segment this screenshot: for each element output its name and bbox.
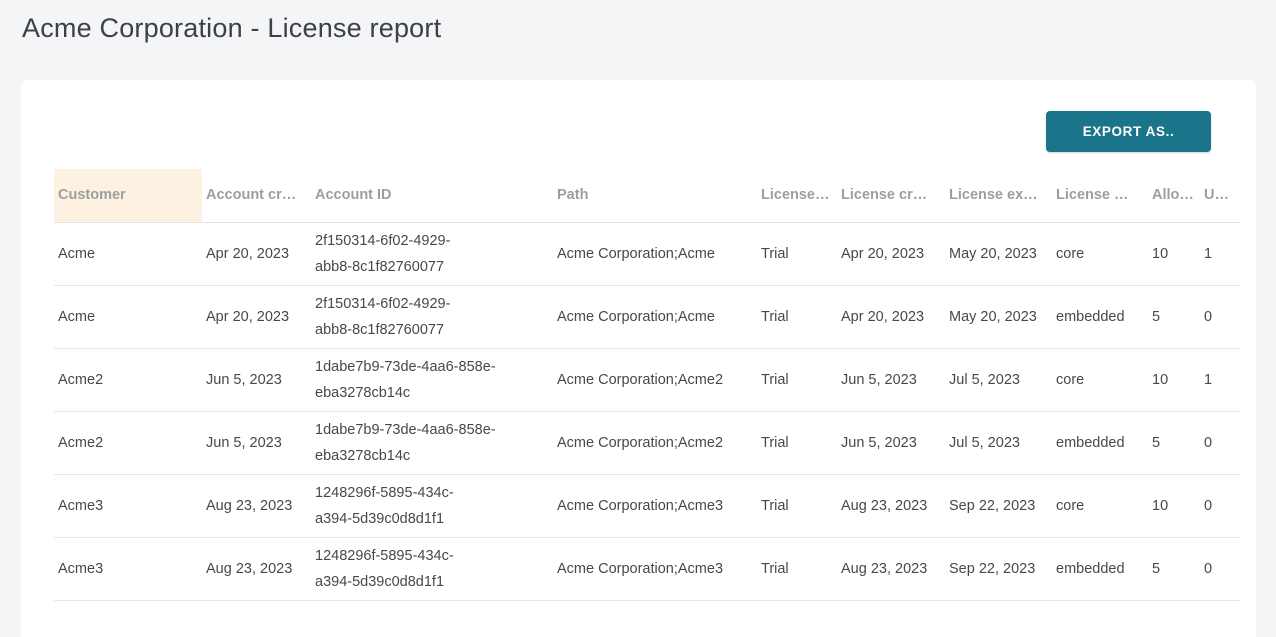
license-table: Customer Account cr… Account ID Path Lic…: [54, 169, 1240, 601]
cell-license_created: Apr 20, 2023: [837, 285, 945, 348]
column-header-account-created[interactable]: Account cr…: [202, 169, 311, 222]
card-toolbar: EXPORT AS..: [54, 111, 1240, 152]
column-header-license-product[interactable]: License …: [1052, 169, 1148, 222]
cell-customer: Acme3: [54, 474, 202, 537]
cell-customer: Acme3: [54, 537, 202, 600]
cell-account_id: 1dabe7b9-73de-4aa6-858e- eba3278cb14c: [311, 411, 553, 474]
column-header-license-created[interactable]: License cr…: [837, 169, 945, 222]
cell-license_type: Trial: [757, 474, 837, 537]
column-header-account-id[interactable]: Account ID: [311, 169, 553, 222]
cell-path: Acme Corporation;Acme3: [553, 537, 757, 600]
cell-account_id: 1248296f-5895-434c- a394-5d39c0d8d1f1: [311, 537, 553, 600]
cell-path: Acme Corporation;Acme: [553, 222, 757, 285]
cell-license_expires: Jul 5, 2023: [945, 348, 1052, 411]
cell-customer: Acme: [54, 222, 202, 285]
cell-license_expires: Jul 5, 2023: [945, 411, 1052, 474]
column-header-license-expires[interactable]: License ex…: [945, 169, 1052, 222]
cell-account_id: 2f150314-6f02-4929- abb8-8c1f82760077: [311, 222, 553, 285]
cell-license_expires: Sep 22, 2023: [945, 474, 1052, 537]
cell-customer: Acme: [54, 285, 202, 348]
cell-license_type: Trial: [757, 285, 837, 348]
cell-license_product: embedded: [1052, 411, 1148, 474]
cell-path: Acme Corporation;Acme2: [553, 411, 757, 474]
report-card: EXPORT AS.. Customer Account cr… Account…: [21, 80, 1256, 637]
cell-allocated: 5: [1148, 285, 1200, 348]
cell-account_created: Aug 23, 2023: [202, 474, 311, 537]
cell-license_product: embedded: [1052, 537, 1148, 600]
cell-path: Acme Corporation;Acme: [553, 285, 757, 348]
cell-license_created: Aug 23, 2023: [837, 537, 945, 600]
column-header-customer[interactable]: Customer: [54, 169, 202, 222]
cell-license_type: Trial: [757, 411, 837, 474]
cell-allocated: 10: [1148, 348, 1200, 411]
cell-license_expires: May 20, 2023: [945, 285, 1052, 348]
table-row: AcmeApr 20, 20232f150314-6f02-4929- abb8…: [54, 285, 1240, 348]
table-row: Acme2Jun 5, 20231dabe7b9-73de-4aa6-858e-…: [54, 411, 1240, 474]
cell-license_created: Apr 20, 2023: [837, 222, 945, 285]
cell-license_created: Aug 23, 2023: [837, 474, 945, 537]
page-title: Acme Corporation - License report: [22, 13, 1276, 44]
cell-account_created: Apr 20, 2023: [202, 285, 311, 348]
cell-license_type: Trial: [757, 348, 837, 411]
cell-account_created: Jun 5, 2023: [202, 411, 311, 474]
cell-customer: Acme2: [54, 411, 202, 474]
cell-license_expires: May 20, 2023: [945, 222, 1052, 285]
cell-account_id: 1dabe7b9-73de-4aa6-858e- eba3278cb14c: [311, 348, 553, 411]
cell-path: Acme Corporation;Acme3: [553, 474, 757, 537]
cell-license_created: Jun 5, 2023: [837, 411, 945, 474]
table-row: Acme3Aug 23, 20231248296f-5895-434c- a39…: [54, 474, 1240, 537]
cell-allocated: 10: [1148, 222, 1200, 285]
cell-allocated: 10: [1148, 474, 1200, 537]
column-header-allocated[interactable]: Allo…: [1148, 169, 1200, 222]
column-header-used[interactable]: U…: [1200, 169, 1240, 222]
column-header-path[interactable]: Path: [553, 169, 757, 222]
cell-account_id: 1248296f-5895-434c- a394-5d39c0d8d1f1: [311, 474, 553, 537]
cell-license_product: core: [1052, 348, 1148, 411]
table-body: AcmeApr 20, 20232f150314-6f02-4929- abb8…: [54, 222, 1240, 600]
cell-account_created: Jun 5, 2023: [202, 348, 311, 411]
cell-used: 1: [1200, 348, 1240, 411]
cell-account_created: Apr 20, 2023: [202, 222, 311, 285]
cell-license_product: core: [1052, 222, 1148, 285]
table-row: Acme2Jun 5, 20231dabe7b9-73de-4aa6-858e-…: [54, 348, 1240, 411]
table-header: Customer Account cr… Account ID Path Lic…: [54, 169, 1240, 222]
cell-license_type: Trial: [757, 222, 837, 285]
cell-allocated: 5: [1148, 537, 1200, 600]
cell-used: 1: [1200, 222, 1240, 285]
table-row: AcmeApr 20, 20232f150314-6f02-4929- abb8…: [54, 222, 1240, 285]
cell-license_created: Jun 5, 2023: [837, 348, 945, 411]
export-as-button[interactable]: EXPORT AS..: [1046, 111, 1211, 152]
cell-customer: Acme2: [54, 348, 202, 411]
cell-used: 0: [1200, 285, 1240, 348]
cell-account_id: 2f150314-6f02-4929- abb8-8c1f82760077: [311, 285, 553, 348]
cell-used: 0: [1200, 537, 1240, 600]
cell-account_created: Aug 23, 2023: [202, 537, 311, 600]
table-header-row: Customer Account cr… Account ID Path Lic…: [54, 169, 1240, 222]
table-row: Acme3Aug 23, 20231248296f-5895-434c- a39…: [54, 537, 1240, 600]
page: Acme Corporation - License report EXPORT…: [0, 0, 1276, 637]
cell-license_product: embedded: [1052, 285, 1148, 348]
license-table-container: Customer Account cr… Account ID Path Lic…: [54, 169, 1240, 601]
cell-license_product: core: [1052, 474, 1148, 537]
cell-allocated: 5: [1148, 411, 1200, 474]
cell-used: 0: [1200, 411, 1240, 474]
column-header-license-type[interactable]: License…: [757, 169, 837, 222]
cell-license_type: Trial: [757, 537, 837, 600]
cell-used: 0: [1200, 474, 1240, 537]
cell-license_expires: Sep 22, 2023: [945, 537, 1052, 600]
cell-path: Acme Corporation;Acme2: [553, 348, 757, 411]
